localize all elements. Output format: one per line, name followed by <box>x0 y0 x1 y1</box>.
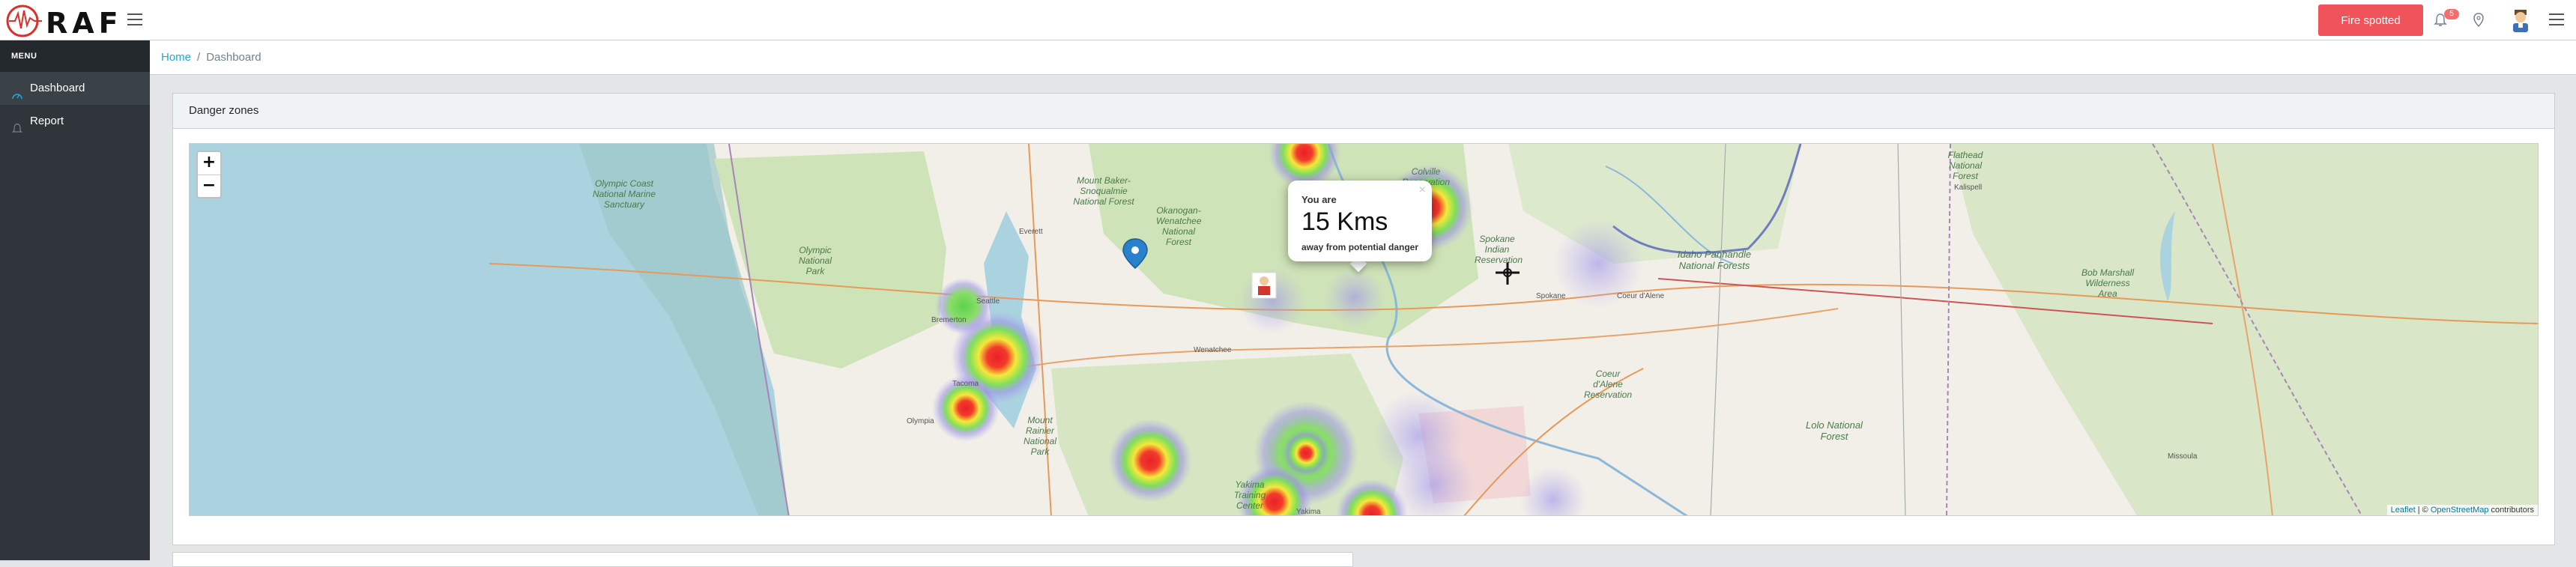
osm-link[interactable]: OpenStreetMap <box>2431 506 2489 515</box>
top-header: RAF Fire spotted 5 <box>0 0 2576 40</box>
distance-popup: × You are 15 Kms away from potential dan… <box>1288 181 1432 261</box>
map-label-okanogan-wenatchee: Okanogan-Wenatchee National Forest <box>1156 205 1202 247</box>
second-card <box>172 552 1353 567</box>
sidebar-item-label: Dashboard <box>30 82 85 94</box>
logo-text: RAF <box>46 7 123 40</box>
map-attribution: Leaflet | © OpenStreetMap contributors <box>2386 505 2538 515</box>
map-label-baker-snoqualmie: Mount Baker-Snoqualmie National Forest <box>1073 175 1134 207</box>
city-yakima: Yakima <box>1296 508 1321 516</box>
sidebar-item-report[interactable]: Report <box>0 105 150 138</box>
breadcrumb-current: Dashboard <box>206 51 261 64</box>
popup-distance: 15 Kms <box>1301 207 1388 236</box>
map-label-bob-marshall: Bob Marshall Wilderness Area <box>2081 267 2135 299</box>
map-label-yakima-training: Yakima Training Center <box>1233 479 1266 511</box>
city-spokane: Spokane <box>1536 292 1566 300</box>
popup-close-button[interactable]: × <box>1419 184 1426 197</box>
sidebar-item-label: Report <box>30 115 64 127</box>
popup-line-you-are: You are <box>1301 194 1337 205</box>
city-olympia: Olympia <box>907 417 934 425</box>
zoom-control: + − <box>196 151 222 198</box>
city-seattle: Seattle <box>976 297 1000 306</box>
map-label-mount-rainier: Mount Rainier National Park <box>1023 415 1057 457</box>
danger-zones-card: Danger zones Olympic Coast National Mari… <box>172 93 2555 545</box>
map-label-lolo: Lolo National Forest <box>1806 419 1863 442</box>
location-pin-icon[interactable] <box>2473 13 2488 28</box>
logo-emblem-icon <box>6 4 42 37</box>
map-label-coeur-dalene-reservation: Coeur d'Alene Reservation <box>1583 369 1633 400</box>
zoom-in-button[interactable]: + <box>198 152 220 175</box>
app-logo[interactable]: RAF <box>4 3 118 40</box>
city-wenatchee: Wenatchee <box>1194 346 1232 354</box>
city-kalispell: Kalispell <box>1954 184 1983 192</box>
sidebar-item-dashboard[interactable]: Dashboard <box>0 72 150 105</box>
map-label-flathead: Flathead National Forest <box>1947 150 1983 181</box>
attribution-suffix: contributors <box>2488 506 2534 515</box>
map-label-olympic-park: Olympic National Park <box>798 245 832 276</box>
breadcrumb-home-link[interactable]: Home <box>161 51 191 64</box>
sidebar-title: MENU <box>0 40 150 72</box>
city-bremerton: Bremerton <box>931 316 967 324</box>
attribution-separator: | © <box>2415 506 2431 515</box>
breadcrumb: Home / Dashboard <box>150 40 2576 75</box>
notification-badge: 5 <box>2444 9 2459 19</box>
sidebar-toggle-icon[interactable] <box>127 13 142 25</box>
danger-map[interactable]: Olympic Coast National Marine Sanctuary … <box>189 143 2539 516</box>
popup-line-danger: away from potential danger <box>1301 242 1419 252</box>
card-title: Danger zones <box>173 94 2554 129</box>
breadcrumb-separator: / <box>197 51 201 64</box>
speedometer-icon <box>11 82 23 100</box>
aside-menu-toggle-icon[interactable] <box>2549 13 2564 25</box>
sidebar: MENU Dashboard Report <box>0 40 150 560</box>
leaflet-link[interactable]: Leaflet <box>2391 506 2416 515</box>
city-missoula: Missoula <box>2168 452 2198 461</box>
map-label-idaho-panhandle: Idaho Panhandle National Forests <box>1677 249 1752 271</box>
bell-icon <box>11 115 23 133</box>
city-tacoma: Tacoma <box>952 380 979 388</box>
zoom-out-button[interactable]: − <box>198 175 220 198</box>
fire-spotted-button[interactable]: Fire spotted <box>2318 4 2423 36</box>
city-coeur-dalene: Coeur d'Alene <box>1617 292 1665 300</box>
map-label-spokane-reservation: Spokane Indian Reservation <box>1475 234 1523 265</box>
map-label-marine-sanctuary: Olympic Coast National Marine Sanctuary <box>592 178 656 210</box>
user-avatar[interactable] <box>2509 7 2533 33</box>
city-everett: Everett <box>1019 228 1043 236</box>
